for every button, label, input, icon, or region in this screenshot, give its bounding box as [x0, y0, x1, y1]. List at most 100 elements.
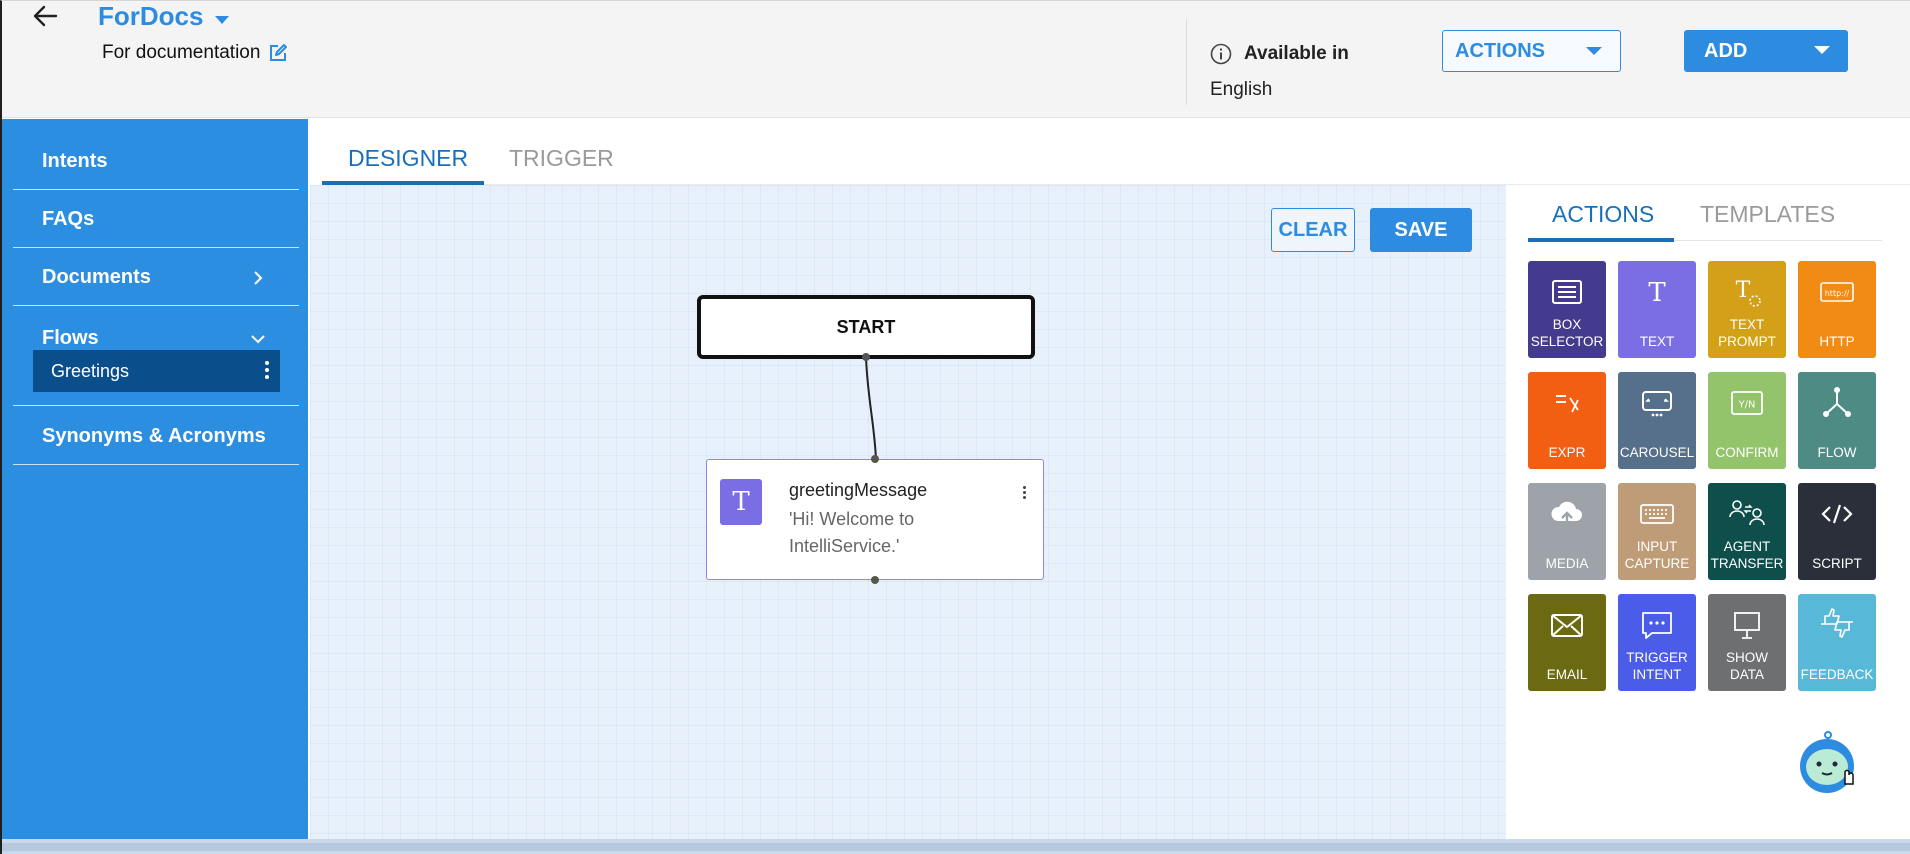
flow-node-text[interactable]: T greetingMessage 'Hi! Welcome to Intell…	[706, 459, 1044, 580]
more-options-icon[interactable]	[1021, 484, 1027, 506]
flow-designer-app: ForDocs For documentation Available in E…	[0, 0, 1910, 854]
tile-label: BOX SELECTOR	[1530, 317, 1604, 349]
tile-label: HTTP	[1819, 334, 1855, 349]
action-tile-show-data[interactable]: SHOW DATA	[1708, 594, 1786, 691]
actions-dropdown-label: ACTIONS	[1455, 39, 1545, 62]
email-icon	[1551, 614, 1583, 637]
bot-description: For documentation	[102, 42, 288, 64]
http-icon: http://	[1820, 282, 1854, 302]
tile-label: TRIGGER INTENT	[1626, 650, 1688, 682]
sidebar-item-documents[interactable]: Documents	[13, 250, 299, 306]
sidebar: Intents FAQs Documents Flows Greetings S…	[2, 119, 308, 839]
tab-templates[interactable]: TEMPLATES	[1700, 201, 1835, 228]
arrow-left-icon	[33, 5, 58, 27]
chevron-down-icon	[251, 335, 265, 344]
start-node-label: START	[836, 316, 896, 337]
tile-label: CONFIRM	[1715, 445, 1779, 460]
sidebar-item-label: Flows	[42, 327, 99, 349]
text-icon: T	[720, 479, 762, 525]
tile-label: MEDIA	[1545, 556, 1589, 571]
sidebar-item-intents[interactable]: Intents	[13, 134, 299, 190]
text-icon-letter: T	[732, 487, 750, 517]
caret-down-icon	[215, 15, 230, 24]
tile-label: TEXT PROMPT	[1718, 317, 1776, 349]
tile-label: EMAIL	[1546, 667, 1588, 682]
action-tile-http[interactable]: http:// HTTP	[1798, 261, 1876, 358]
action-tile-script[interactable]: SCRIPT	[1798, 483, 1876, 580]
edit-icon[interactable]	[268, 43, 288, 63]
availability: Available in	[1210, 43, 1349, 65]
tab-actions[interactable]: ACTIONS	[1552, 201, 1654, 228]
tab-label: ACTIONS	[1552, 201, 1655, 227]
node-port[interactable]	[871, 455, 879, 463]
action-tile-feedback[interactable]: FEEDBACK	[1798, 594, 1876, 691]
clear-button[interactable]: CLEAR	[1271, 208, 1355, 252]
availability-label: Available in	[1244, 43, 1349, 64]
action-tile-agent-transfer[interactable]: AGENT TRANSFER	[1708, 483, 1786, 580]
sidebar-item-label: FAQs	[42, 208, 95, 230]
bot-name-dropdown[interactable]: ForDocs	[98, 1, 230, 32]
action-tile-input-capture[interactable]: INPUT CAPTURE	[1618, 483, 1696, 580]
sidebar-item-faqs[interactable]: FAQs	[13, 192, 299, 248]
action-tile-expr[interactable]: EXPR	[1528, 372, 1606, 469]
actions-dropdown[interactable]: ACTIONS	[1442, 30, 1621, 72]
action-tile-flow[interactable]: FLOW	[1798, 372, 1876, 469]
tab-active-indicator	[1528, 238, 1674, 242]
svg-text:T: T	[1648, 278, 1666, 308]
action-tile-trigger-intent[interactable]: TRIGGER INTENT	[1618, 594, 1696, 691]
tab-label: DESIGNER	[348, 145, 469, 171]
top-header: ForDocs For documentation Available in E…	[2, 1, 1910, 118]
sidebar-subitem-greetings[interactable]: Greetings	[33, 350, 280, 392]
svg-text:http://: http://	[1825, 289, 1850, 298]
node-port[interactable]	[871, 576, 879, 584]
tile-label: SCRIPT	[1812, 556, 1862, 571]
node-title: greetingMessage	[789, 480, 928, 500]
scrollbar-thumb[interactable]	[2, 843, 1910, 851]
agent-transfer-icon	[1729, 500, 1765, 526]
sidebar-item-synonyms[interactable]: Synonyms & Acronyms	[13, 409, 299, 465]
robot-icon	[1800, 731, 1854, 793]
sidebar-divider	[13, 405, 299, 406]
sidebar-item-label: Intents	[42, 150, 108, 172]
more-options-icon[interactable]	[264, 358, 270, 384]
tile-label: CAROUSEL	[1619, 445, 1695, 460]
bot-name: ForDocs	[98, 1, 204, 31]
tab-label: TRIGGER	[509, 145, 614, 171]
action-tile-confirm[interactable]: Y/N CONFIRM	[1708, 372, 1786, 469]
back-button[interactable]	[30, 1, 66, 31]
action-tile-text-prompt[interactable]: T TEXT PROMPT	[1708, 261, 1786, 358]
tile-label: FEEDBACK	[1800, 667, 1874, 682]
code-icon	[1821, 504, 1853, 524]
tile-label: SHOW DATA	[1726, 650, 1768, 682]
tile-label: FLOW	[1817, 445, 1857, 460]
carousel-icon	[1642, 391, 1672, 417]
horizontal-scrollbar[interactable]	[2, 839, 1910, 854]
action-tile-email[interactable]: EMAIL	[1528, 594, 1606, 691]
action-tile-media[interactable]: MEDIA	[1528, 483, 1606, 580]
availability-language: English	[1210, 79, 1273, 100]
assistant-bot-button[interactable]	[1795, 728, 1861, 794]
info-icon	[1210, 43, 1232, 65]
tile-label: INPUT CAPTURE	[1624, 539, 1690, 571]
chevron-right-icon	[254, 270, 263, 285]
tab-trigger[interactable]: TRIGGER	[509, 145, 614, 172]
tab-designer[interactable]: DESIGNER	[348, 145, 468, 172]
tile-label: AGENT TRANSFER	[1710, 539, 1784, 571]
action-tile-text[interactable]: T TEXT	[1618, 261, 1696, 358]
confirm-icon: Y/N	[1731, 391, 1763, 415]
keyboard-icon	[1640, 504, 1674, 524]
flow-icon	[1823, 387, 1851, 417]
action-tile-box-selector[interactable]: BOX SELECTOR	[1528, 261, 1606, 358]
save-button-label: SAVE	[1394, 218, 1448, 241]
node-port[interactable]	[862, 353, 870, 361]
action-tile-carousel[interactable]: CAROUSEL	[1618, 372, 1696, 469]
save-button[interactable]: SAVE	[1370, 208, 1472, 252]
header-divider	[1186, 19, 1187, 105]
add-button[interactable]: ADD	[1684, 30, 1848, 72]
sidebar-item-flows[interactable]: Flows	[13, 310, 299, 350]
tab-label: TEMPLATES	[1700, 201, 1836, 227]
start-node[interactable]: START	[697, 295, 1035, 359]
tile-label: TEXT	[1639, 334, 1675, 349]
add-button-label: ADD	[1704, 39, 1748, 62]
clear-button-label: CLEAR	[1278, 218, 1348, 241]
